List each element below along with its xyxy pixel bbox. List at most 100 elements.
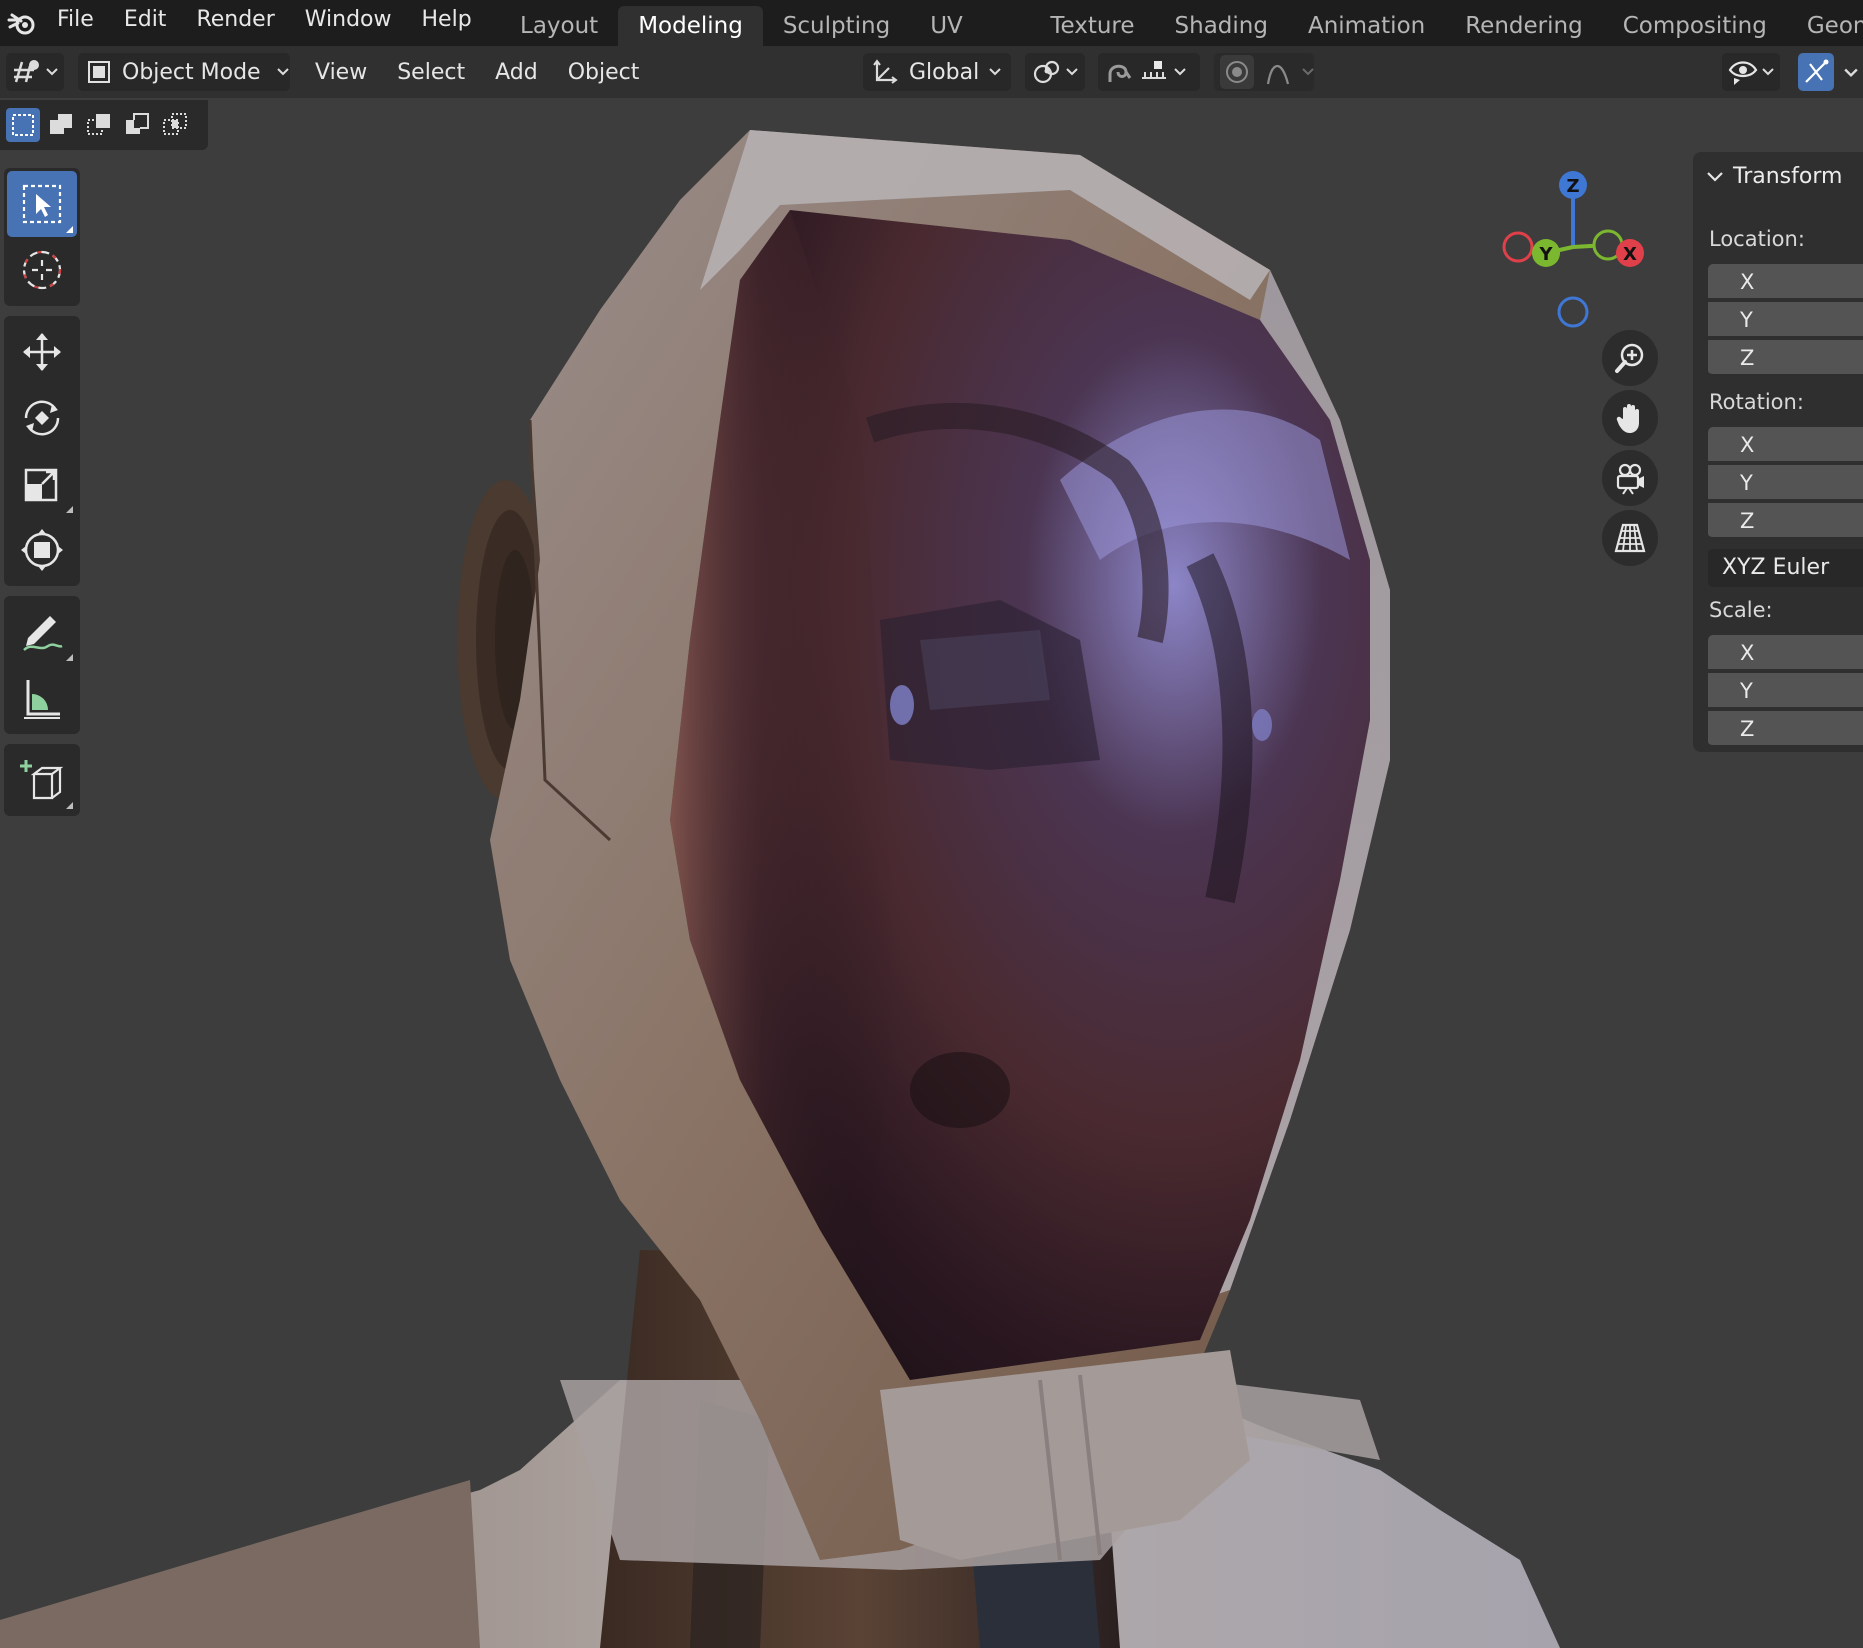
rotation-z-field[interactable]: Z (1708, 503, 1863, 539)
editor-type-icon (14, 60, 39, 83)
show-gizmo-toggle[interactable] (1798, 53, 1834, 91)
pan-button[interactable] (1602, 390, 1658, 446)
tab-shading[interactable]: Shading (1155, 6, 1288, 46)
tool-variants-indicator (66, 802, 73, 809)
select-invert-button[interactable] (120, 108, 154, 142)
location-y-field[interactable]: Y (1708, 302, 1863, 338)
tool-group-select (4, 168, 80, 306)
tab-uv-editing[interactable]: UV Editing (910, 6, 1030, 79)
tool-annotate[interactable] (7, 599, 77, 665)
tool-add-cube[interactable] (7, 747, 77, 813)
workspace-tabs: Layout Modeling Sculpting UV Editing Tex… (500, 0, 1863, 79)
tool-measure[interactable] (7, 665, 77, 731)
visibility-dropdown[interactable] (1722, 53, 1780, 91)
tab-modeling[interactable]: Modeling (618, 6, 763, 46)
location-x-field[interactable]: X (1708, 264, 1863, 300)
navigation-gizmo[interactable]: Z Y X (1490, 165, 1670, 345)
menu-object[interactable]: Object (553, 60, 655, 85)
tab-rendering[interactable]: Rendering (1445, 6, 1602, 46)
scale-x-field[interactable]: X (1708, 635, 1863, 671)
zoom-icon (1615, 343, 1644, 373)
select-box-icon (22, 184, 62, 224)
perspective-toggle-button[interactable] (1602, 510, 1658, 566)
location-z-field[interactable]: Z (1708, 340, 1863, 376)
tab-animation[interactable]: Animation (1288, 6, 1445, 46)
menu-edit[interactable]: Edit (109, 0, 182, 46)
move-icon (23, 333, 61, 371)
tool-group-transform (4, 316, 80, 586)
menu-select[interactable]: Select (382, 60, 480, 85)
tool-cursor[interactable] (7, 237, 77, 303)
tab-compositing[interactable]: Compositing (1603, 6, 1787, 46)
rotation-y-field[interactable]: Y (1708, 465, 1863, 501)
scale-icon (24, 468, 58, 502)
rotation-mode-dropdown[interactable]: XYZ Euler (1708, 549, 1863, 587)
transform-panel: Transform Location: X Y Z Rotation: X Y … (1693, 152, 1863, 752)
3d-viewport[interactable]: Z Y X Transform Location: X Y Z Rotation… (0, 98, 1863, 1648)
tool-scale[interactable] (7, 451, 77, 517)
tool-transform[interactable] (7, 517, 77, 583)
gizmo-icon (1805, 59, 1829, 83)
tool-variants-indicator (66, 226, 73, 233)
snap-increment-icon (1142, 61, 1166, 79)
transform-panel-title: Transform (1733, 164, 1843, 189)
blender-logo-icon[interactable] (2, 3, 42, 43)
pan-hand-icon (1616, 404, 1639, 433)
select-subtract-button[interactable] (82, 108, 116, 142)
mode-dropdown[interactable]: Object Mode (78, 53, 290, 91)
scale-z-field[interactable]: Z (1708, 711, 1863, 747)
editor-type-button[interactable] (6, 53, 64, 91)
menu-view[interactable]: View (300, 60, 382, 85)
perspective-grid-icon (1614, 523, 1646, 553)
selection-mode-bar (0, 100, 208, 150)
gizmo-neg-x-circle[interactable] (1502, 231, 1534, 263)
rotate-icon (24, 400, 60, 436)
pivot-icon (1033, 60, 1060, 84)
tool-variants-indicator (66, 654, 73, 661)
tool-select-box[interactable] (7, 171, 77, 237)
rotation-label: Rotation: (1709, 390, 1804, 414)
proportional-editing-group[interactable] (1214, 53, 1314, 91)
pivot-point-dropdown[interactable] (1025, 53, 1085, 91)
object-mode-icon (88, 61, 110, 83)
chevron-down-icon (1066, 68, 1078, 76)
transform-orientation-dropdown[interactable]: Global (863, 53, 1011, 91)
menu-add[interactable]: Add (480, 60, 553, 85)
scale-y-field[interactable]: Y (1708, 673, 1863, 709)
menu-file[interactable]: File (42, 0, 109, 46)
tool-move[interactable] (7, 319, 77, 385)
gizmo-neg-z-circle[interactable] (1557, 296, 1589, 328)
chevron-down-icon (276, 68, 289, 76)
menu-help[interactable]: Help (407, 0, 487, 46)
viewport-header: Object Mode View Select Add Object Globa… (0, 46, 1863, 98)
transform-panel-header[interactable]: Transform (1707, 164, 1842, 189)
snapping-group[interactable] (1098, 53, 1200, 91)
tab-sculpting[interactable]: Sculpting (763, 6, 910, 46)
location-label: Location: (1709, 227, 1805, 251)
menu-window[interactable]: Window (290, 0, 407, 46)
camera-view-button[interactable] (1602, 450, 1658, 506)
select-extend-button[interactable] (44, 108, 78, 142)
proportional-edit-toggle[interactable] (1220, 55, 1254, 89)
menu-render[interactable]: Render (181, 0, 289, 46)
falloff-curve-icon (1266, 64, 1290, 85)
tool-variants-indicator (66, 506, 73, 513)
rotation-x-field[interactable]: X (1708, 427, 1863, 463)
transform-icon (21, 529, 63, 571)
orientation-label: Global (909, 59, 980, 85)
tab-layout[interactable]: Layout (500, 6, 618, 46)
select-intersect-button[interactable] (158, 108, 192, 142)
add-cube-icon (20, 760, 64, 800)
camera-icon (1616, 463, 1644, 495)
chevron-down-icon[interactable] (1844, 68, 1858, 78)
measure-icon (24, 680, 60, 719)
select-new-button[interactable] (6, 108, 40, 142)
tool-shelf (4, 168, 80, 826)
zoom-button[interactable] (1602, 330, 1658, 386)
cursor-icon (22, 250, 62, 290)
tab-texture-paint[interactable]: Texture Paint (1030, 6, 1154, 79)
tool-rotate[interactable] (7, 385, 77, 451)
gizmo-z-label: Z (1566, 176, 1579, 197)
tab-geometry-nodes[interactable]: Geome (1787, 6, 1863, 46)
chevron-down-icon (989, 68, 1001, 76)
